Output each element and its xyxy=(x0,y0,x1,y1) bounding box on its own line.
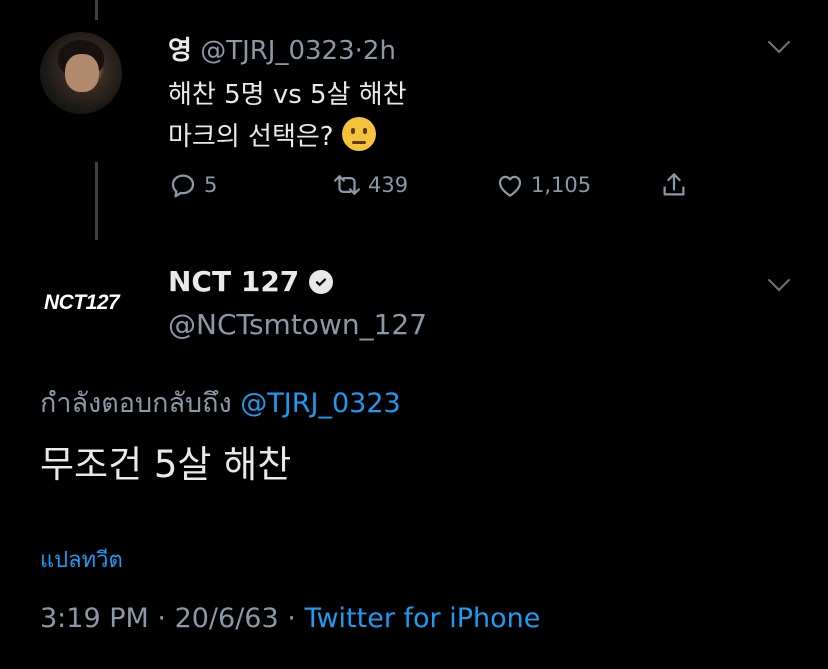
share-button[interactable] xyxy=(659,170,689,200)
retweet-button[interactable]: 439 xyxy=(332,170,408,200)
display-name[interactable]: NCT 127 xyxy=(168,265,334,298)
nct127-logo[interactable]: NCT127 xyxy=(44,291,120,315)
translate-tweet-link[interactable]: แปลทวีต xyxy=(40,542,123,577)
like-count: 1,105 xyxy=(531,173,592,197)
share-icon xyxy=(663,173,685,196)
tweet-time[interactable]: 3:19 PM xyxy=(40,603,149,634)
tweet-text-line: 해찬 5명 vs 5살 해찬 xyxy=(168,80,407,110)
timestamp[interactable]: 2h xyxy=(363,36,396,66)
tweet-text: 무조건 5살 해찬 xyxy=(40,443,292,486)
verified-badge-icon xyxy=(309,269,334,294)
chevron-down-icon[interactable] xyxy=(767,268,791,292)
reply-button[interactable]: 5 xyxy=(168,170,217,200)
reply-count: 5 xyxy=(204,173,218,197)
replying-to: กำลังตอบกลับถึง @TJRJ_0323 xyxy=(40,388,401,419)
thread-line xyxy=(95,0,98,20)
user-handle[interactable]: @TJRJ_0323 xyxy=(200,36,354,66)
tweet-text-line: 마크의 선택은? xyxy=(168,116,376,153)
tweet-meta: 3:19 PM · 20/6/63 · Twitter for iPhone xyxy=(40,603,541,634)
retweet-icon xyxy=(334,175,360,195)
mention-link[interactable]: @TJRJ_0323 xyxy=(240,388,400,419)
user-handle[interactable]: @NCTsmtown_127 xyxy=(168,308,427,341)
thinking-face-icon xyxy=(341,117,376,151)
like-button[interactable]: 1,105 xyxy=(495,170,591,200)
source-link[interactable]: Twitter for iPhone xyxy=(304,603,540,634)
reply-icon xyxy=(171,174,195,198)
heart-icon xyxy=(498,175,522,197)
tweet-header: 영 @TJRJ_0323·2h xyxy=(168,36,396,66)
display-name[interactable]: 영 xyxy=(168,36,192,66)
chevron-down-icon[interactable] xyxy=(767,30,791,54)
avatar[interactable] xyxy=(40,32,122,114)
tweet-date[interactable]: 20/6/63 xyxy=(175,603,279,634)
retweet-count: 439 xyxy=(368,173,409,197)
thread-line xyxy=(95,162,98,240)
